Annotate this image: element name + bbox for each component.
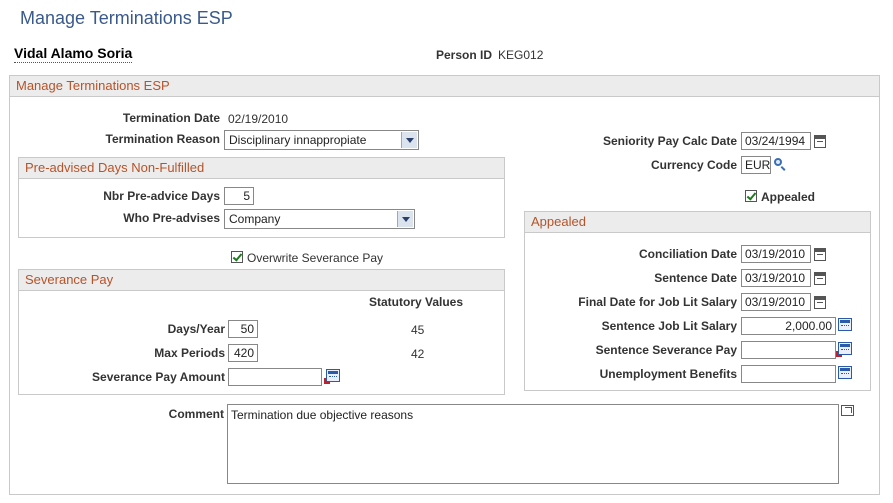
currency-code-label: Currency Code <box>650 158 737 172</box>
termination-reason-label: Termination Reason <box>105 132 220 146</box>
appealed-checkbox-label: Appealed <box>761 190 816 204</box>
conciliation-date-label: Conciliation Date <box>638 247 737 261</box>
sentence-date-input[interactable]: 03/19/2010 <box>741 269 811 287</box>
days-year-label: Days/Year <box>167 322 225 336</box>
who-preadvises-select[interactable]: Company <box>224 209 415 229</box>
statutory-values-header: Statutory Values <box>369 295 464 309</box>
currency-code-input[interactable]: EUR <box>741 156 771 174</box>
chevron-down-icon[interactable] <box>397 211 413 227</box>
lookup-icon[interactable] <box>774 158 788 172</box>
severance-pay-group-title: Severance Pay <box>19 270 504 291</box>
person-id-value: KEG012 <box>498 48 544 62</box>
conciliation-date-input[interactable]: 03/19/2010 <box>741 245 811 263</box>
expand-icon[interactable] <box>841 405 854 416</box>
person-id-label: Person ID <box>436 48 493 62</box>
termination-date-value: 02/19/2010 <box>228 112 289 126</box>
calculator-icon[interactable] <box>838 366 852 379</box>
sentence-job-lit-salary-input[interactable]: 2,000.00 <box>741 317 836 335</box>
sentence-severance-pay-label: Sentence Severance Pay <box>595 343 737 357</box>
calendar-icon[interactable] <box>814 272 826 285</box>
preadvised-group-title: Pre-advised Days Non-Fulfilled <box>19 158 504 179</box>
calculator-icon[interactable] <box>326 369 340 382</box>
termination-date-label: Termination Date <box>122 111 220 125</box>
nbr-preadvice-days-label: Nbr Pre-advice Days <box>103 189 220 203</box>
comment-textarea[interactable]: Termination due objective reasons <box>227 404 839 484</box>
who-preadvises-label: Who Pre-advises <box>123 211 220 225</box>
seniority-date-input[interactable]: 03/24/1994 <box>741 132 811 150</box>
days-year-input[interactable]: 50 <box>228 320 258 338</box>
termination-reason-select[interactable]: Disciplinary innappropiate <box>224 130 419 150</box>
days-year-statutory: 45 <box>411 323 425 337</box>
who-preadvises-value: Company <box>229 212 281 226</box>
overwrite-severance-label: Overwrite Severance Pay <box>247 251 384 265</box>
sentence-date-label: Sentence Date <box>654 271 737 285</box>
chevron-down-icon[interactable] <box>401 132 417 148</box>
severance-amount-label: Severance Pay Amount <box>92 370 225 384</box>
seniority-date-label: Seniority Pay Calc Date <box>602 134 737 148</box>
main-group-title: Manage Terminations ESP <box>10 76 879 97</box>
termination-reason-value: Disciplinary innappropiate <box>229 133 367 147</box>
final-date-input[interactable]: 03/19/2010 <box>741 293 811 311</box>
person-name[interactable]: Vidal Alamo Soria <box>14 45 133 63</box>
severance-amount-input[interactable] <box>228 368 322 386</box>
calendar-icon[interactable] <box>814 296 826 309</box>
max-periods-label: Max Periods <box>154 346 225 360</box>
appealed-checkbox[interactable] <box>745 190 757 202</box>
calculator-icon[interactable] <box>838 342 852 355</box>
appealed-group-title: Appealed <box>525 212 870 233</box>
nbr-preadvice-days-input[interactable]: 5 <box>224 187 254 205</box>
max-periods-input[interactable]: 420 <box>228 344 258 362</box>
comment-label: Comment <box>168 407 224 421</box>
sentence-severance-pay-input[interactable] <box>741 341 836 359</box>
calculator-icon[interactable] <box>838 318 852 331</box>
page-title: Manage Terminations ESP <box>20 8 233 28</box>
calendar-icon[interactable] <box>814 248 826 261</box>
calendar-icon[interactable] <box>814 135 826 148</box>
overwrite-severance-checkbox[interactable] <box>231 251 243 263</box>
max-periods-statutory: 42 <box>411 347 425 361</box>
unemployment-benefits-label: Unemployment Benefits <box>599 367 737 381</box>
sentence-job-lit-salary-label: Sentence Job Lit Salary <box>601 319 737 333</box>
unemployment-benefits-input[interactable] <box>741 365 836 383</box>
final-date-label: Final Date for Job Lit Salary <box>578 295 737 309</box>
